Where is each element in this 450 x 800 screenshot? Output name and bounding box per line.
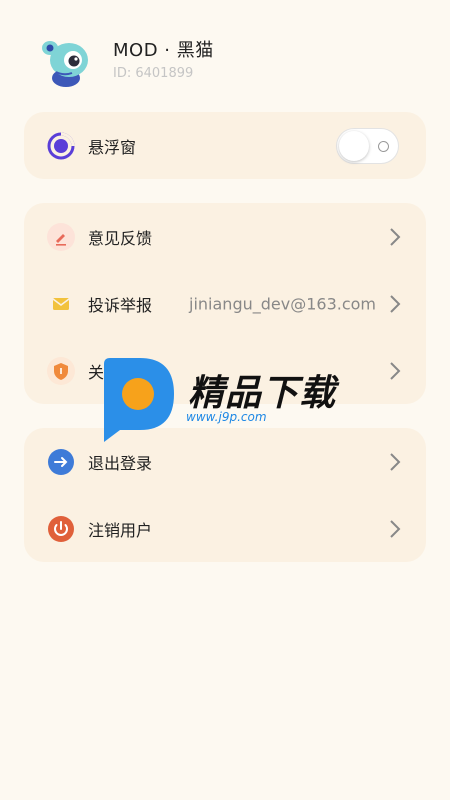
logout-arrow-icon xyxy=(48,448,74,475)
menu-item-complaint[interactable]: 投诉举报 jiniangu_dev@163.com xyxy=(24,270,426,337)
toggle-knob xyxy=(339,130,369,161)
shield-icon xyxy=(47,356,75,385)
profile-header[interactable]: MOD · 黑猫 ID: 6401899 xyxy=(0,0,450,100)
complaint-email: jiniangu_dev@163.com xyxy=(189,294,376,313)
feedback-pencil-icon xyxy=(47,222,75,251)
chevron-right-icon xyxy=(390,227,401,246)
chevron-right-icon xyxy=(390,294,401,313)
menu-item-delete-account[interactable]: 注销用户 xyxy=(24,495,426,562)
menu-item-label: 投诉举报 xyxy=(88,295,153,315)
watermark: 精品下载 www.j9p.com xyxy=(98,356,358,446)
floating-window-toggle[interactable] xyxy=(336,127,399,164)
watermark-logo-icon xyxy=(104,358,174,442)
menu-item-feedback[interactable]: 意见反馈 xyxy=(24,203,426,270)
profile-user-id: ID: 6401899 xyxy=(113,66,194,81)
mail-icon xyxy=(52,297,70,310)
chevron-right-icon xyxy=(390,361,401,380)
menu-item-label: 退出登录 xyxy=(88,453,153,473)
watermark-url: www.j9p.com xyxy=(186,410,267,424)
floating-window-label: 悬浮窗 xyxy=(88,137,137,157)
account-menu-card: 退出登录 注销用户 xyxy=(24,428,426,562)
floating-window-card: 悬浮窗 xyxy=(24,112,426,179)
chevron-right-icon xyxy=(390,519,401,538)
menu-item-label: 意见反馈 xyxy=(88,228,153,248)
menu-item-label: 注销用户 xyxy=(88,520,153,540)
chevron-right-icon xyxy=(390,452,401,471)
chameleon-mascot-icon[interactable] xyxy=(36,32,94,90)
profile-name: MOD · 黑猫 xyxy=(113,40,214,61)
toggle-off-indicator xyxy=(378,140,389,152)
power-icon xyxy=(48,515,74,542)
floating-window-icon xyxy=(47,132,75,159)
watermark-text: 精品下载 xyxy=(188,373,337,414)
floating-window-row[interactable]: 悬浮窗 xyxy=(24,112,426,179)
